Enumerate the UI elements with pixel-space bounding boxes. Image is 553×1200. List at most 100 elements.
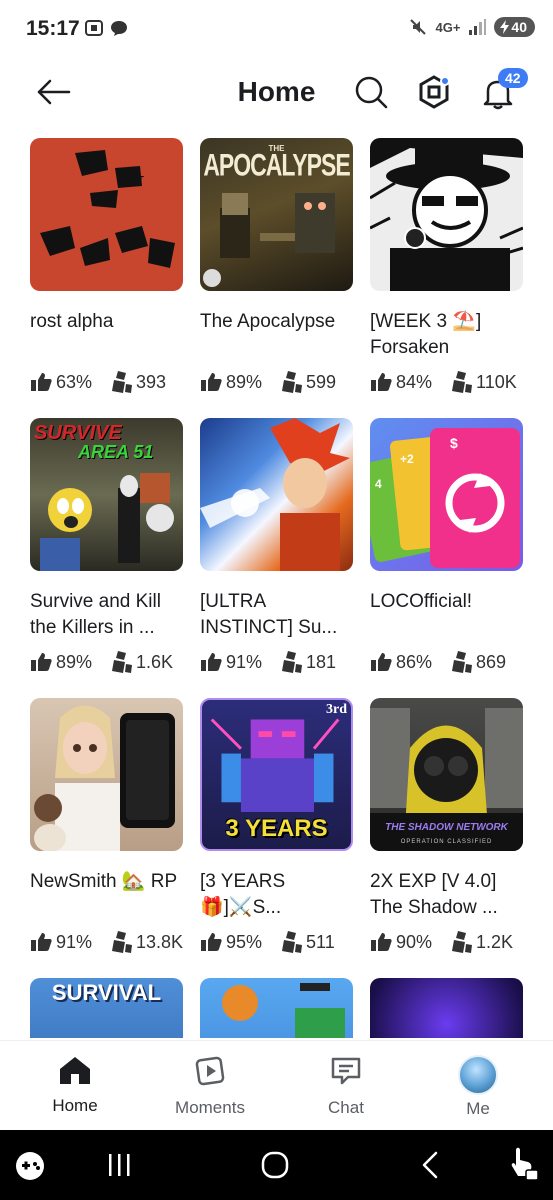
game-card[interactable] [370, 978, 523, 1038]
game-stats: 95% 511 [200, 931, 353, 953]
game-players: 869 [476, 651, 507, 672]
back-button-icon[interactable] [418, 1150, 442, 1180]
game-players: 393 [136, 371, 167, 392]
home-button-icon[interactable] [260, 1150, 290, 1180]
nav-me-label: Me [466, 1099, 490, 1118]
game-thumbnail[interactable]: OT [30, 138, 183, 291]
game-rating: 91% [226, 651, 263, 672]
system-navigation-bar [0, 1130, 553, 1200]
moments-icon [195, 1056, 225, 1086]
app-header: Home 42 [0, 62, 553, 124]
game-thumbnail[interactable] [370, 138, 523, 291]
thumbs-up-icon [31, 933, 52, 951]
game-players: 13.8K [135, 931, 183, 952]
game-card[interactable]: SURVIVE AREA 51 Survive and Kill the Kil… [30, 418, 183, 673]
game-thumbnail[interactable] [200, 978, 353, 1038]
game-title: NewSmith 🏡 RP [30, 871, 178, 892]
nav-moments[interactable]: Moments [160, 1055, 260, 1118]
thumb-text-three-years: 3 YEARS [225, 815, 328, 842]
thumbs-up-icon [371, 653, 392, 671]
page-title: Home [237, 76, 316, 107]
chat-bubble-icon [111, 21, 127, 36]
signal-icon [469, 19, 487, 35]
players-icon [112, 371, 133, 393]
notifications-button[interactable]: 42 [480, 68, 528, 110]
game-players: 1.6K [136, 651, 174, 672]
robux-dot [440, 76, 450, 86]
nav-home-label: Home [52, 1096, 98, 1115]
nav-me[interactable]: Me [428, 1055, 528, 1119]
status-right: 4G+ 40 [409, 17, 535, 37]
game-card[interactable] [200, 978, 353, 1038]
game-title: [3 YEARS🎁]⚔️S... [200, 871, 286, 918]
thumb-text-survival: SURVIVAL [51, 980, 162, 1005]
game-players: 599 [306, 371, 337, 392]
gamepad-icon[interactable] [14, 1150, 46, 1182]
status-left-icons [84, 18, 128, 38]
players-icon [282, 651, 303, 673]
thumbs-up-icon [371, 373, 392, 391]
game-players: 1.2K [476, 931, 514, 952]
game-title: rost alpha [30, 311, 114, 332]
game-thumbnail[interactable]: SURVIVE AREA 51 [30, 418, 183, 571]
game-rating: 89% [56, 651, 93, 672]
game-thumbnail[interactable] [370, 978, 523, 1038]
game-rating: 63% [56, 371, 93, 392]
game-card[interactable]: NewSmith 🏡 RP 91% 13.8K [30, 698, 183, 953]
game-thumbnail[interactable]: THE APOCALYPSE [200, 138, 353, 291]
game-thumbnail[interactable] [200, 418, 353, 571]
thumbs-up-icon [201, 373, 222, 391]
network-type: 4G+ [435, 19, 461, 35]
game-card[interactable]: [WEEK 3 ⛱️] Forsaken 84% 110K [370, 138, 523, 393]
nav-home[interactable]: Home [25, 1055, 125, 1116]
game-card[interactable]: +2 4 $ LOCOfficial! 86% 869 [370, 418, 523, 673]
bottom-navigation: Home Moments Chat Me [0, 1040, 553, 1130]
thumbs-up-icon [31, 653, 52, 671]
game-thumbnail[interactable]: +2 4 $ [370, 418, 523, 571]
svg-text:OT: OT [130, 175, 144, 186]
game-rating: 84% [396, 371, 433, 392]
game-title: Survive and Kill the Killers in ... [30, 591, 161, 638]
forsaken-art [370, 138, 523, 291]
ultra-instinct-art [200, 418, 350, 571]
game-stats: 91% 181 [200, 651, 353, 673]
game-card[interactable]: [ULTRA INSTINCT] Su... 91% 181 [200, 418, 353, 673]
game-thumbnail[interactable] [30, 698, 183, 851]
charging-icon [500, 20, 510, 34]
robux-button[interactable] [416, 74, 452, 110]
game-rating: 95% [226, 931, 263, 952]
thumbs-up-icon [371, 933, 392, 951]
status-time: 15:17 [26, 17, 80, 40]
game-card[interactable]: THE APOCALYPSE The Apocalypse 89% 599 [200, 138, 353, 393]
players-icon [112, 651, 133, 673]
game-rating: 89% [226, 371, 263, 392]
game-card[interactable]: SURVIVAL [30, 978, 183, 1038]
search-icon[interactable] [353, 74, 389, 110]
home-icon [60, 1057, 90, 1084]
nav-moments-label: Moments [175, 1098, 245, 1117]
svg-text:$: $ [450, 435, 458, 451]
game-stats: 91% 13.8K [30, 931, 183, 953]
battery-indicator: 40 [494, 17, 535, 37]
thumbs-up-icon [31, 373, 52, 391]
game-thumbnail[interactable]: SURVIVAL [30, 978, 183, 1038]
game-stats: 84% 110K [370, 371, 523, 393]
touch-lock-icon[interactable] [508, 1146, 540, 1182]
game-card[interactable]: THE SHADOW NETWORK OPERATION CLASSIFIED … [370, 698, 523, 953]
avatar [458, 1055, 498, 1095]
players-icon [282, 371, 303, 393]
game-title: LOCOfficial! [370, 591, 473, 612]
screenshot-icon [85, 20, 103, 36]
game-thumbnail[interactable]: THE SHADOW NETWORK OPERATION CLASSIFIED [370, 698, 523, 851]
game-players: 181 [306, 651, 337, 672]
game-title: [WEEK 3 ⛱️] Forsaken [370, 311, 482, 358]
nav-chat[interactable]: Chat [296, 1055, 396, 1118]
game-card[interactable]: 3rd 3 YEARS [3 YEARS🎁]⚔️S... 95% 511 [200, 698, 353, 953]
game-thumbnail[interactable]: 3rd 3 YEARS [200, 698, 353, 851]
rost-alpha-art: OT [40, 150, 175, 268]
recent-apps-icon[interactable] [106, 1152, 132, 1178]
game-card[interactable]: OT rost alpha 63% 393 [30, 138, 183, 393]
thumb-text-apocalypse: APOCALYPSE [203, 147, 350, 183]
game-players: 110K [476, 371, 517, 392]
svg-text:4: 4 [375, 477, 382, 491]
